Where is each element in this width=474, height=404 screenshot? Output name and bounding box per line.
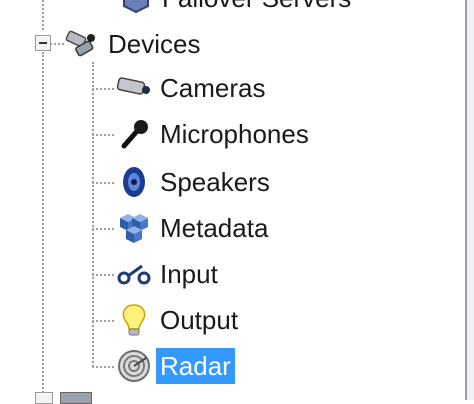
camera-group-icon xyxy=(64,26,100,62)
folder-icon xyxy=(60,392,92,404)
tree-item-metadata[interactable]: Metadata xyxy=(116,208,272,248)
tree-item-devices[interactable]: Devices xyxy=(64,24,204,64)
tree-connector xyxy=(92,182,114,184)
speaker-icon xyxy=(116,164,152,200)
device-tree[interactable]: Failover Servers Devices xyxy=(0,0,465,404)
tree-item-label: Metadata xyxy=(160,213,269,243)
tree-connector xyxy=(92,228,114,230)
camera-icon xyxy=(116,70,152,106)
tree-item-label: Microphones xyxy=(160,119,309,149)
tree-item-label: Devices xyxy=(108,29,201,59)
tree-item-output[interactable]: Output xyxy=(116,300,242,340)
tree-connector xyxy=(42,0,44,30)
tree-connector xyxy=(42,52,44,400)
tree-item-label: Cameras xyxy=(160,73,266,103)
tree-item-label: Speakers xyxy=(160,167,270,197)
tree-item-failover-servers[interactable]: Failover Servers xyxy=(118,0,355,18)
tree-item-label: Output xyxy=(160,305,239,335)
tree-connector xyxy=(92,274,114,276)
tree-item-label: Failover Servers xyxy=(158,0,355,16)
tree-item-cameras[interactable]: Cameras xyxy=(116,68,269,108)
input-switch-icon xyxy=(116,256,152,292)
tree-connector xyxy=(92,366,114,368)
tree-item-input[interactable]: Input xyxy=(116,254,222,294)
tree-connector xyxy=(92,88,114,90)
tree-item-speakers[interactable]: Speakers xyxy=(116,162,274,202)
radar-icon xyxy=(116,348,152,384)
tree-item-microphones[interactable]: Microphones xyxy=(116,114,313,154)
tree-connector xyxy=(92,134,114,136)
server-cube-icon xyxy=(118,0,154,16)
collapse-toggle[interactable] xyxy=(35,35,51,51)
window-edge xyxy=(467,0,474,400)
collapse-toggle[interactable] xyxy=(35,392,53,404)
tree-item-radar[interactable]: Radar xyxy=(116,346,235,386)
tree-item-label: Radar xyxy=(156,348,235,384)
tree-item-label: Input xyxy=(160,259,218,289)
metadata-cubes-icon xyxy=(116,210,152,246)
lightbulb-icon xyxy=(116,302,152,338)
tree-panel: Failover Servers Devices xyxy=(0,0,467,404)
tree-connector xyxy=(50,43,64,45)
microphone-icon xyxy=(116,116,152,152)
tree-connector xyxy=(92,320,114,322)
